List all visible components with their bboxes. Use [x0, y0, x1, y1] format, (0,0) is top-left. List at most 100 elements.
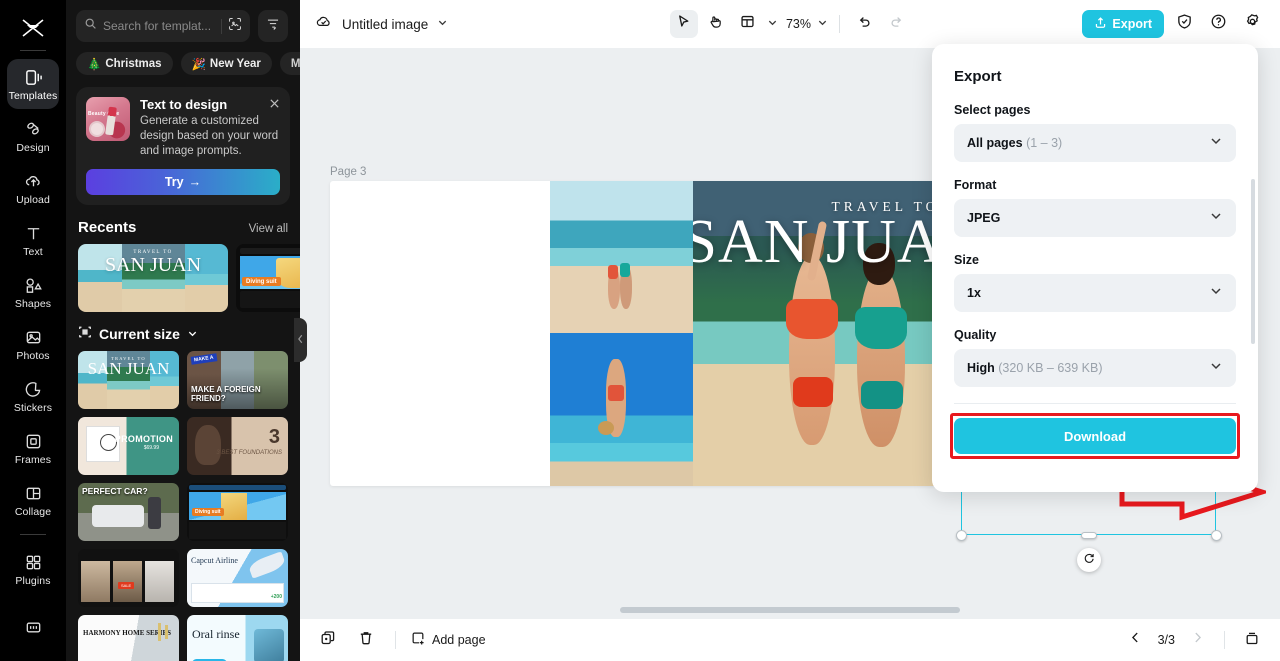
capcut-logo-icon[interactable] — [13, 12, 53, 44]
recent-card-san-juan[interactable]: TRAVEL TO SAN JUAN — [78, 244, 228, 312]
sidebar-item-photos[interactable]: Photos — [7, 319, 59, 369]
brand-kit-icon — [24, 616, 43, 638]
page-grid-button[interactable] — [1238, 626, 1266, 654]
template-card[interactable]: Diving suit — [187, 483, 288, 541]
sidebar-item-shapes[interactable]: Shapes — [7, 267, 59, 317]
chip-new-year[interactable]: 🎉 New Year — [180, 52, 272, 75]
crop-size-icon — [78, 325, 92, 342]
chevron-down-icon — [1209, 209, 1223, 228]
chevron-down-icon — [187, 326, 198, 342]
duplicate-page-icon — [320, 630, 336, 651]
shield-check-button[interactable] — [1170, 10, 1198, 38]
add-page-button[interactable]: Add page — [411, 631, 486, 649]
collage-icon — [24, 482, 43, 504]
chip-label: Mos — [290, 57, 300, 70]
sidebar-item-text[interactable]: Text — [7, 215, 59, 265]
search-input[interactable]: Search for templat... — [76, 10, 250, 42]
panel-collapse-handle[interactable] — [294, 318, 307, 362]
sidebar-label: Frames — [14, 454, 52, 466]
sidebar-label: Text — [23, 246, 43, 258]
promo-try-label: Try — [164, 175, 184, 189]
hand-tool[interactable] — [702, 10, 730, 38]
format-value: JPEG — [967, 211, 1001, 225]
sidebar-label: Collage — [14, 506, 52, 518]
template-caption: Oral rinse — [192, 627, 240, 641]
help-button[interactable] — [1204, 10, 1232, 38]
recent-card-diving-suit[interactable]: Diving suit — [236, 244, 300, 312]
resize-handle-bottom[interactable] — [1080, 531, 1097, 539]
resize-handle-bottom-left[interactable] — [955, 529, 967, 541]
sidebar-label: Plugins — [15, 575, 51, 587]
document-title-group[interactable]: Untitled image — [314, 12, 448, 36]
quality-label: Quality — [954, 328, 997, 342]
chip-christmas[interactable]: 🎄 Christmas — [76, 52, 173, 75]
export-button[interactable]: Export — [1082, 10, 1164, 38]
sidebar-label: Upload — [16, 194, 50, 206]
sidebar-item-frames[interactable]: Frames — [7, 423, 59, 473]
size-dropdown[interactable]: 1x — [954, 274, 1236, 312]
chip-emoji: 🎉 — [191, 58, 206, 71]
sidebar-item-plugins[interactable]: Plugins — [7, 544, 59, 594]
bottom-left-group: Add page — [314, 626, 486, 654]
template-card[interactable]: HARMONY HOME SERIES — [78, 615, 179, 661]
prev-page-button[interactable] — [1122, 626, 1150, 654]
format-dropdown[interactable]: JPEG — [954, 199, 1236, 237]
settings-button[interactable] — [1238, 10, 1266, 38]
download-button-wrapper: Download — [950, 413, 1240, 459]
template-card[interactable]: PERFECT CAR? — [78, 483, 179, 541]
design-icon — [24, 118, 43, 140]
template-caption: PERFECT CAR? — [82, 486, 148, 496]
sidebar-item-upload[interactable]: Upload — [7, 163, 59, 213]
promo-thumbnail: Beauty Care — [86, 97, 130, 141]
delete-page-button[interactable] — [352, 626, 380, 654]
recents-header: Recents View all — [66, 205, 300, 244]
template-card[interactable]: 3 3 BEST FOUNDATIONS — [187, 417, 288, 475]
template-card[interactable]: MAKE A MAKE A FOREIGN FRIEND? — [187, 351, 288, 409]
templates-icon — [24, 66, 43, 88]
template-card[interactable]: Oral rinse SHOP NOW — [187, 615, 288, 661]
rotate-icon — [1083, 551, 1095, 569]
template-card[interactable]: PROMOTION $69.99 — [78, 417, 179, 475]
resize-handle-bottom-right[interactable] — [1210, 529, 1222, 541]
zoom-control[interactable]: 73% — [784, 15, 828, 33]
stickers-icon — [24, 378, 43, 400]
sidebar-item-brand-kit[interactable] — [7, 602, 59, 652]
trash-icon — [358, 630, 374, 651]
export-panel-title: Export — [954, 68, 1002, 85]
download-button[interactable]: Download — [954, 418, 1236, 454]
select-tool[interactable] — [669, 10, 698, 38]
template-card[interactable]: Capcut Airline +200 — [187, 549, 288, 607]
filter-button[interactable] — [258, 10, 288, 42]
recents-view-all[interactable]: View all — [249, 223, 288, 235]
layout-tool[interactable] — [734, 10, 762, 38]
sidebar-item-stickers[interactable]: Stickers — [7, 371, 59, 421]
undo-button[interactable] — [851, 10, 879, 38]
format-label: Format — [954, 178, 997, 192]
quality-dropdown[interactable]: High (320 KB – 639 KB) — [954, 349, 1236, 387]
template-card[interactable]: SALE — [78, 549, 179, 607]
promo-try-button[interactable]: Try → — [86, 169, 280, 195]
redo-button[interactable] — [883, 10, 911, 38]
panel-search-row: Search for templat... — [66, 0, 300, 42]
sidebar-item-design[interactable]: Design — [7, 111, 59, 161]
sidebar-item-templates[interactable]: Templates — [7, 59, 59, 109]
rotate-handle[interactable] — [1076, 548, 1101, 572]
canvas-horizontal-scrollbar[interactable] — [620, 607, 960, 613]
upload-share-icon — [1094, 16, 1107, 32]
duplicate-page-button[interactable] — [314, 626, 342, 654]
image-search-icon[interactable] — [228, 17, 242, 36]
select-pages-dropdown[interactable]: All pages (1 – 3) — [954, 124, 1236, 162]
chevron-down-icon[interactable] — [437, 15, 448, 33]
sidebar-item-collage[interactable]: Collage — [7, 475, 59, 525]
current-size-selector[interactable]: Current size — [66, 312, 300, 351]
sidebar-label: Design — [16, 142, 50, 154]
category-chips: 🎄 Christmas 🎉 New Year Mos — [66, 42, 300, 75]
layout-chevron-icon[interactable] — [767, 15, 778, 33]
template-card[interactable]: TRAVEL TO SAN JUAN — [78, 351, 179, 409]
close-icon[interactable] — [269, 96, 280, 114]
chevron-down-icon — [1209, 134, 1223, 153]
chip-most[interactable]: Mos — [279, 52, 300, 75]
export-panel-scrollbar[interactable] — [1251, 179, 1255, 344]
next-page-button[interactable] — [1183, 626, 1211, 654]
shapes-icon — [24, 274, 43, 296]
